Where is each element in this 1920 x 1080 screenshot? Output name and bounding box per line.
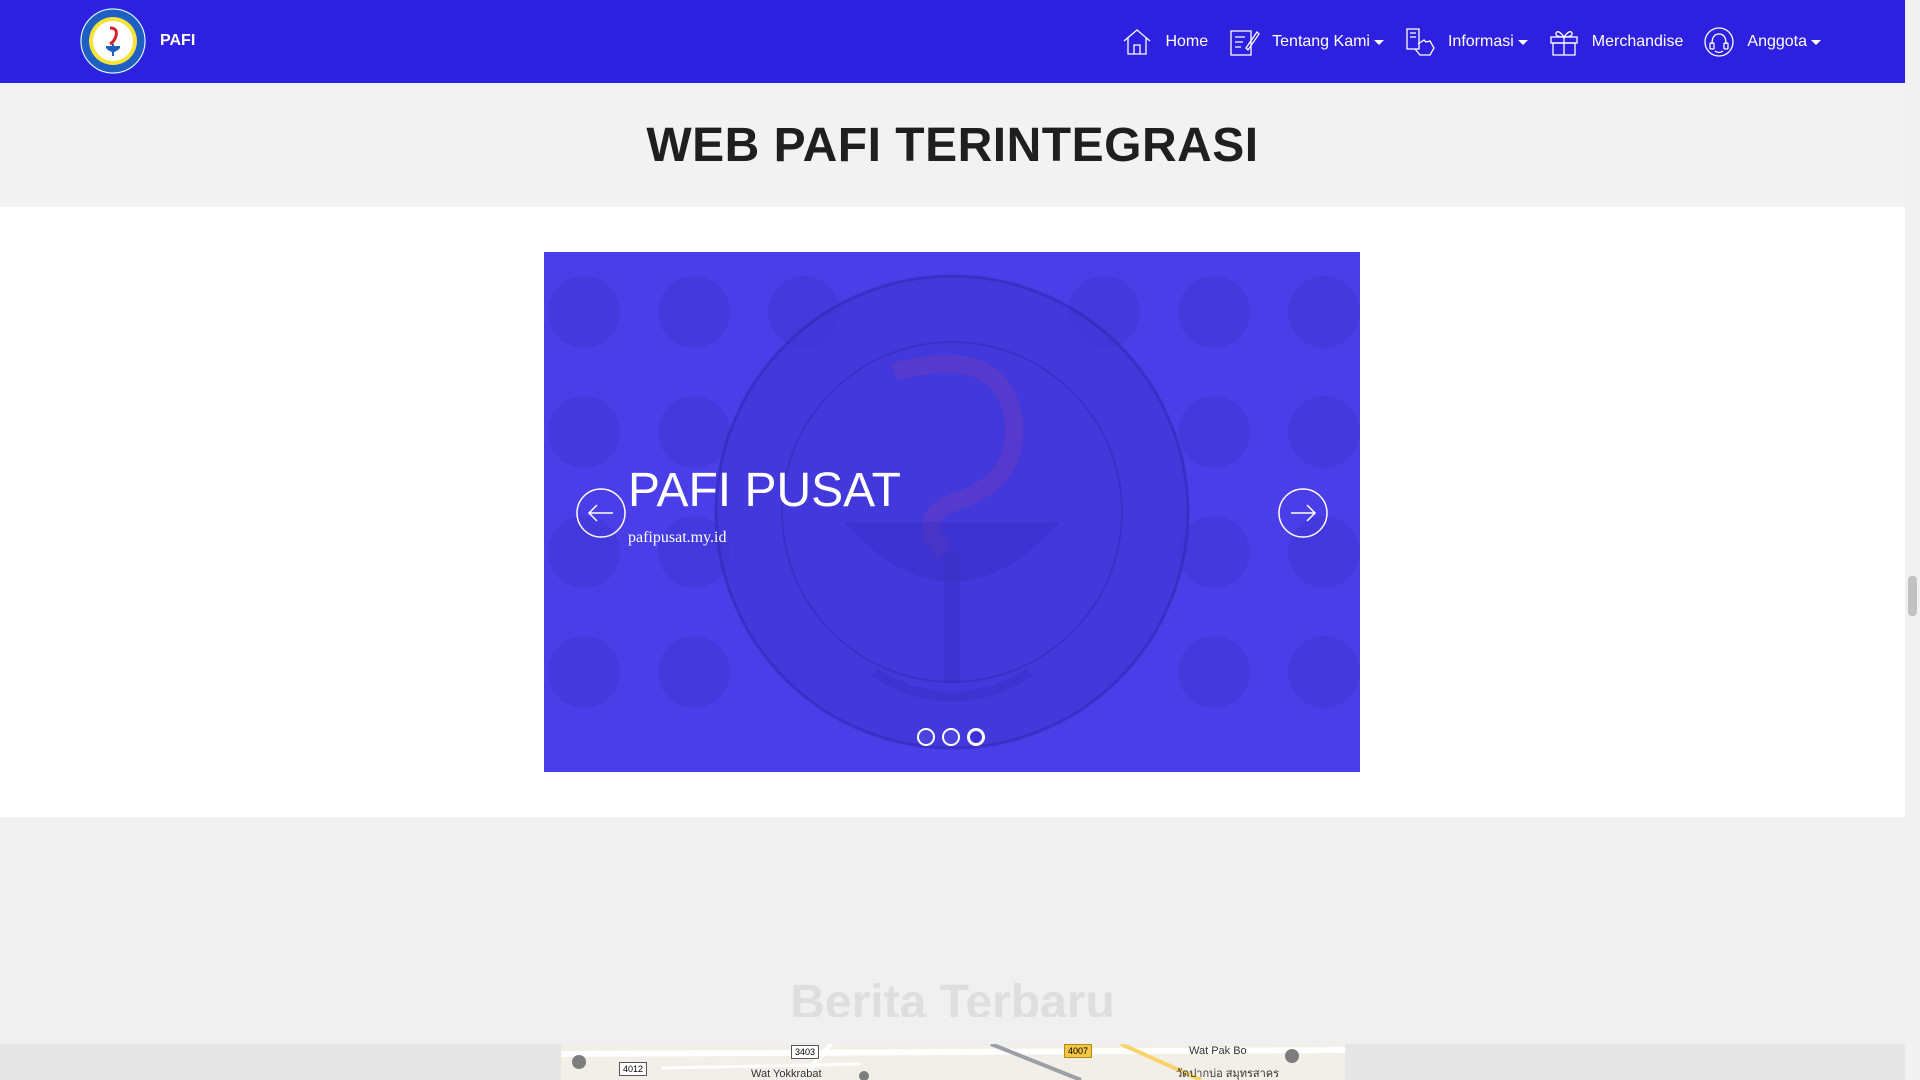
chevron-down-icon [1811,40,1821,45]
nav-label-informasi: Informasi [1447,32,1514,50]
hero-carousel[interactable]: PAFI PUSAT pafipusat.my.id [544,252,1360,772]
scrollbar-thumb[interactable] [1908,576,1917,616]
route-shield: 4007 [1064,1044,1093,1058]
info-touch-icon [1406,27,1435,56]
arrow-left-circle-icon[interactable] [575,487,627,539]
map-label: Wat Pak Bo [1189,1045,1247,1057]
page-title: WEB PAFI TERINTEGRASI [646,118,1259,172]
route-shield: 4012 [619,1062,648,1076]
nav-item-tentang-kami[interactable]: Tentang Kami [1228,26,1384,58]
nav-label-tentang-kami: Tentang Kami [1272,32,1370,50]
nav-item-home[interactable]: Home [1121,26,1208,58]
map-label: Wat Yokkrabat [751,1068,822,1080]
nav-label-merchandise: Merchandise [1591,32,1684,50]
nav-label-home: Home [1165,32,1209,50]
section-heading: Berita Terbaru [790,976,1115,1017]
nav-item-informasi[interactable]: Informasi [1404,26,1528,58]
headset-user-icon [1704,26,1735,57]
embedded-map[interactable]: 4012 3403 4007 Wat Pak Bo Wat Yokkrabat … [561,1044,1345,1080]
gift-icon [1550,30,1578,56]
navbar: PAFI Home Tentang Kami Informasi Merchan… [0,0,1905,83]
route-shield: 3403 [791,1045,820,1059]
carousel-indicators [917,728,992,746]
brand[interactable]: PAFI [80,8,195,74]
lower-section: Berita Terbaru [0,817,1905,1044]
title-band: WEB PAFI TERINTEGRASI [0,83,1905,207]
nav-label-anggota: Anggota [1747,32,1807,50]
chevron-down-icon [1517,40,1528,45]
pafi-logo-icon[interactable] [80,8,146,74]
nav-item-anggota[interactable]: Anggota [1703,26,1821,58]
carousel-dot-3[interactable] [967,728,985,746]
home-icon [1124,28,1151,55]
main-nav: Home Tentang Kami Informasi Merchandise [1101,0,1821,83]
nav-item-merchandise[interactable]: Merchandise [1548,26,1684,58]
carousel-section: PAFI PUSAT pafipusat.my.id [0,207,1905,817]
map-label: วัดปากบ่อ สมุทรสาคร [1176,1068,1280,1080]
slide-caption: PAFI PUSAT pafipusat.my.id [628,467,901,547]
arrow-right-circle-icon[interactable] [1277,487,1329,539]
slide-subtitle: pafipusat.my.id [628,529,727,546]
slide-title: PAFI PUSAT [628,464,901,517]
brand-text[interactable]: PAFI [160,32,195,50]
page-scrollbar[interactable] [1905,0,1920,1080]
carousel-dot-2[interactable] [942,728,960,746]
map-strip: 4012 3403 4007 Wat Pak Bo Wat Yokkrabat … [0,1044,1905,1080]
edit-note-icon [1230,29,1260,56]
chevron-down-icon [1373,40,1384,45]
carousel-dot-1[interactable] [917,728,935,746]
